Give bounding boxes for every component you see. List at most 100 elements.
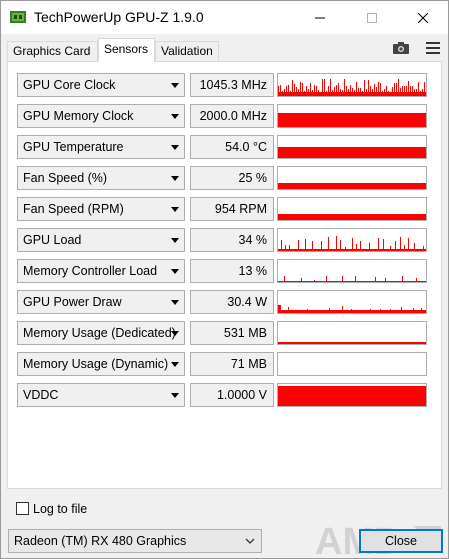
- graph-segment: [360, 88, 361, 96]
- sensor-value-box: 531 MB: [190, 321, 274, 345]
- gpuz-window: TechPowerUp GPU-Z 1.9.0 Graphics Card Se…: [0, 0, 449, 559]
- sensor-graph[interactable]: [277, 135, 427, 159]
- graph-segment: [300, 82, 301, 96]
- dropdown-arrow-icon: [171, 238, 179, 243]
- graph-segment: [408, 81, 409, 96]
- sensor-value-box: 1.0000 V: [190, 383, 274, 407]
- graph-segment: [385, 278, 386, 282]
- sensor-graph[interactable]: [277, 166, 427, 190]
- graph-segment: [396, 83, 397, 96]
- minimize-button[interactable]: [297, 1, 343, 34]
- sensor-name-dropdown[interactable]: GPU Temperature: [17, 135, 185, 159]
- graph-segment: [404, 86, 405, 96]
- sensor-graph[interactable]: [277, 104, 427, 128]
- graph-segment: [322, 79, 323, 96]
- window-title: TechPowerUp GPU-Z 1.9.0: [34, 9, 204, 25]
- sensor-value: 1.0000 V: [216, 388, 267, 402]
- graph-segment: [424, 82, 425, 96]
- graph-segment: [356, 82, 357, 96]
- graph-segment: [386, 86, 387, 96]
- dropdown-arrow-icon: [171, 331, 179, 336]
- sensor-name-dropdown[interactable]: VDDC: [17, 383, 185, 407]
- graph-segment: [310, 83, 311, 96]
- tab-graphics-card[interactable]: Graphics Card: [7, 41, 98, 61]
- sensor-graph[interactable]: [277, 352, 427, 376]
- menu-button[interactable]: [423, 39, 443, 57]
- sensor-name-dropdown[interactable]: GPU Core Clock: [17, 73, 185, 97]
- graph-segment: [350, 85, 351, 96]
- dropdown-arrow-icon: [171, 207, 179, 212]
- tab-sensors[interactable]: Sensors: [98, 38, 155, 62]
- sensor-name-dropdown[interactable]: Fan Speed (%): [17, 166, 185, 190]
- graph-segment: [414, 243, 415, 251]
- graph-segment: [288, 307, 289, 313]
- graph-segment: [408, 238, 409, 251]
- sensor-graph-plot: [278, 79, 426, 96]
- graph-segment: [278, 183, 426, 189]
- graph-segment: [342, 306, 343, 313]
- sensor-graph-plot: [278, 276, 426, 282]
- sensor-row: GPU Memory Clock 2000.0 MHz: [17, 104, 427, 128]
- graph-segment: [360, 310, 361, 313]
- graph-segment: [278, 281, 426, 282]
- graph-segment: [398, 79, 399, 96]
- graph-segment: [344, 79, 345, 96]
- graph-segment: [380, 83, 381, 96]
- graph-segment: [395, 241, 396, 251]
- sensor-graph[interactable]: [277, 321, 427, 345]
- graph-segment: [342, 276, 343, 282]
- graph-segment: [378, 238, 379, 251]
- graph-segment: [354, 90, 355, 96]
- graph-segment: [304, 91, 305, 96]
- sensor-name-dropdown[interactable]: Memory Usage (Dedicated): [17, 321, 185, 345]
- graph-segment: [404, 245, 405, 251]
- graph-segment: [356, 244, 357, 251]
- close-window-button[interactable]: [400, 1, 446, 34]
- sensor-name-label: GPU Temperature: [23, 140, 124, 154]
- sensor-name-dropdown[interactable]: GPU Memory Clock: [17, 104, 185, 128]
- sensor-name-dropdown[interactable]: Memory Usage (Dynamic): [17, 352, 185, 376]
- graph-segment: [362, 91, 363, 96]
- sensor-graph[interactable]: [277, 73, 427, 97]
- graph-segment: [301, 278, 302, 282]
- dropdown-arrow-icon: [171, 145, 179, 150]
- maximize-icon: [367, 12, 377, 23]
- graph-segment: [292, 80, 293, 96]
- sensor-name-label: Fan Speed (RPM): [23, 202, 124, 216]
- graph-segment: [345, 247, 346, 251]
- chevron-down-icon: [245, 538, 255, 544]
- tab-validation[interactable]: Validation: [155, 41, 219, 61]
- graph-segment: [370, 86, 371, 96]
- sensor-name-label: Fan Speed (%): [23, 171, 108, 185]
- log-to-file-checkbox[interactable]: [16, 502, 29, 515]
- sensor-name-dropdown[interactable]: Fan Speed (RPM): [17, 197, 185, 221]
- sensor-name-dropdown[interactable]: GPU Load: [17, 228, 185, 252]
- graph-segment: [286, 86, 287, 96]
- sensor-graph[interactable]: [277, 259, 427, 283]
- sensor-graph[interactable]: [277, 228, 427, 252]
- graph-segment: [336, 85, 337, 96]
- gpu-selector[interactable]: Radeon (TM) RX 480 Graphics: [8, 529, 262, 553]
- sensor-value-box: 54.0 °C: [190, 135, 274, 159]
- graph-segment: [330, 79, 331, 96]
- sensor-name-dropdown[interactable]: Memory Controller Load: [17, 259, 185, 283]
- dropdown-arrow-icon: [171, 393, 179, 398]
- close-button[interactable]: Close: [359, 529, 443, 553]
- graph-segment: [390, 246, 391, 251]
- gpuz-app-icon: [10, 11, 26, 23]
- maximize-button[interactable]: [349, 1, 395, 34]
- graph-segment: [401, 307, 402, 313]
- sensor-value-box: 13 %: [190, 259, 274, 283]
- sensor-name-dropdown[interactable]: GPU Power Draw: [17, 290, 185, 314]
- dropdown-arrow-icon: [171, 300, 179, 305]
- screenshot-button[interactable]: [391, 39, 411, 57]
- sensor-graph[interactable]: [277, 383, 427, 407]
- sensor-graph-plot: [278, 214, 426, 220]
- sensor-value: 2000.0 MHz: [199, 109, 267, 123]
- sensor-graph[interactable]: [277, 197, 427, 221]
- graph-segment: [342, 90, 343, 96]
- sensor-graph[interactable]: [277, 290, 427, 314]
- sensor-value: 25 %: [238, 171, 268, 185]
- graph-segment: [392, 87, 393, 96]
- graph-segment: [314, 85, 315, 96]
